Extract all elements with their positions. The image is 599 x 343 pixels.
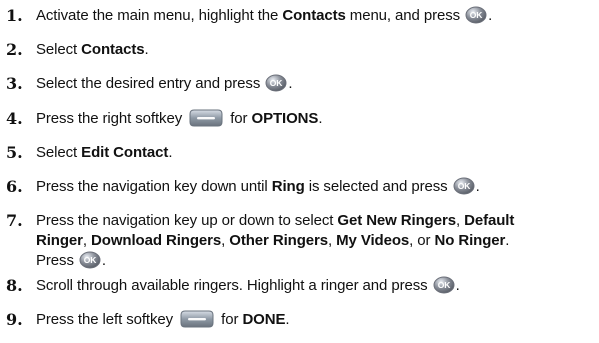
text-segment: . [455, 277, 460, 294]
step-number: 7. [6, 211, 23, 230]
text-segment: . [285, 311, 290, 328]
text-segment: . [288, 75, 293, 92]
bold-term: No Ringer [434, 232, 506, 249]
bold-term: Contacts [282, 7, 346, 24]
text-segment: . [318, 110, 323, 127]
step-number: 4. [6, 109, 23, 128]
step-text: Select Contacts. [36, 40, 596, 60]
bold-term: Ringer [36, 232, 83, 249]
softkey-icon [179, 310, 215, 328]
text-segment: Press the left softkey [36, 311, 178, 328]
softkey-icon [188, 109, 224, 127]
text-segment: for [217, 311, 243, 328]
step-number: 9. [6, 310, 23, 329]
text-segment: . [144, 41, 149, 58]
step-text: Press the navigation key down until Ring… [36, 177, 596, 197]
text-segment: . [505, 232, 510, 249]
text-segment: Press [36, 252, 78, 269]
bold-term: DONE [242, 311, 286, 328]
step-number: 2. [6, 40, 23, 59]
svg-text:OK: OK [457, 181, 471, 191]
step-text: Press the right softkey for OPTIONS. [36, 109, 596, 129]
text-segment: menu, and press [345, 7, 465, 24]
ok-button-icon: OK [433, 276, 455, 294]
bold-term: My Videos [336, 232, 410, 249]
text-segment: . [475, 178, 480, 195]
svg-text:OK: OK [84, 255, 98, 265]
text-segment: , [328, 232, 337, 249]
text-segment: Select [36, 41, 82, 58]
text-segment: Press the navigation key down until [36, 178, 272, 195]
text-segment: . [101, 252, 106, 269]
step-text: Press the left softkey for DONE. [36, 310, 596, 330]
step-text: Activate the main menu, highlight the Co… [36, 6, 596, 26]
instruction-list: 1. Activate the main menu, highlight the … [0, 0, 599, 343]
text-segment: Press the right softkey [36, 110, 187, 127]
step-number: 3. [6, 74, 23, 93]
ok-button-icon: OK [453, 177, 475, 195]
text-segment: Scroll through available ringers. Highli… [36, 277, 432, 294]
step-text: Press the navigation key up or down to s… [36, 211, 596, 271]
step-number: 6. [6, 177, 23, 196]
ok-button-icon: OK [79, 251, 101, 269]
step-number: 5. [6, 143, 23, 162]
text-segment: . [168, 144, 173, 161]
bold-term: OPTIONS [251, 110, 319, 127]
ok-button-icon: OK [265, 74, 287, 92]
text-segment: Select [36, 144, 82, 161]
svg-text:OK: OK [437, 280, 451, 290]
ok-button-icon: OK [465, 6, 487, 24]
text-segment: Press the navigation key up or down to s… [36, 212, 338, 229]
step-text: Select Edit Contact. [36, 143, 596, 163]
bold-term: Edit Contact [81, 144, 169, 161]
bold-term: Default [464, 212, 515, 229]
step-text: Scroll through available ringers. Highli… [36, 276, 596, 296]
bold-term: Get New Ringers [337, 212, 456, 229]
text-segment: . [488, 7, 493, 24]
bold-term: Contacts [81, 41, 145, 58]
text-segment: , or [409, 232, 435, 249]
bold-term: Ring [271, 178, 305, 195]
text-segment: Activate the main menu, highlight the [36, 7, 283, 24]
svg-text:OK: OK [270, 78, 284, 88]
text-segment: , [82, 232, 92, 249]
bold-term: Other Ringers [229, 232, 328, 249]
svg-text:OK: OK [470, 10, 484, 20]
step-text: Select the desired entry and press OK . [36, 74, 596, 94]
text-segment: is selected and press [304, 178, 452, 195]
text-segment: for [226, 110, 252, 127]
text-segment: Select the desired entry and press [36, 75, 265, 92]
bold-term: Download Ringers [91, 232, 222, 249]
step-number: 8. [6, 276, 23, 295]
step-number: 1. [6, 6, 23, 25]
text-segment: , [455, 212, 465, 229]
